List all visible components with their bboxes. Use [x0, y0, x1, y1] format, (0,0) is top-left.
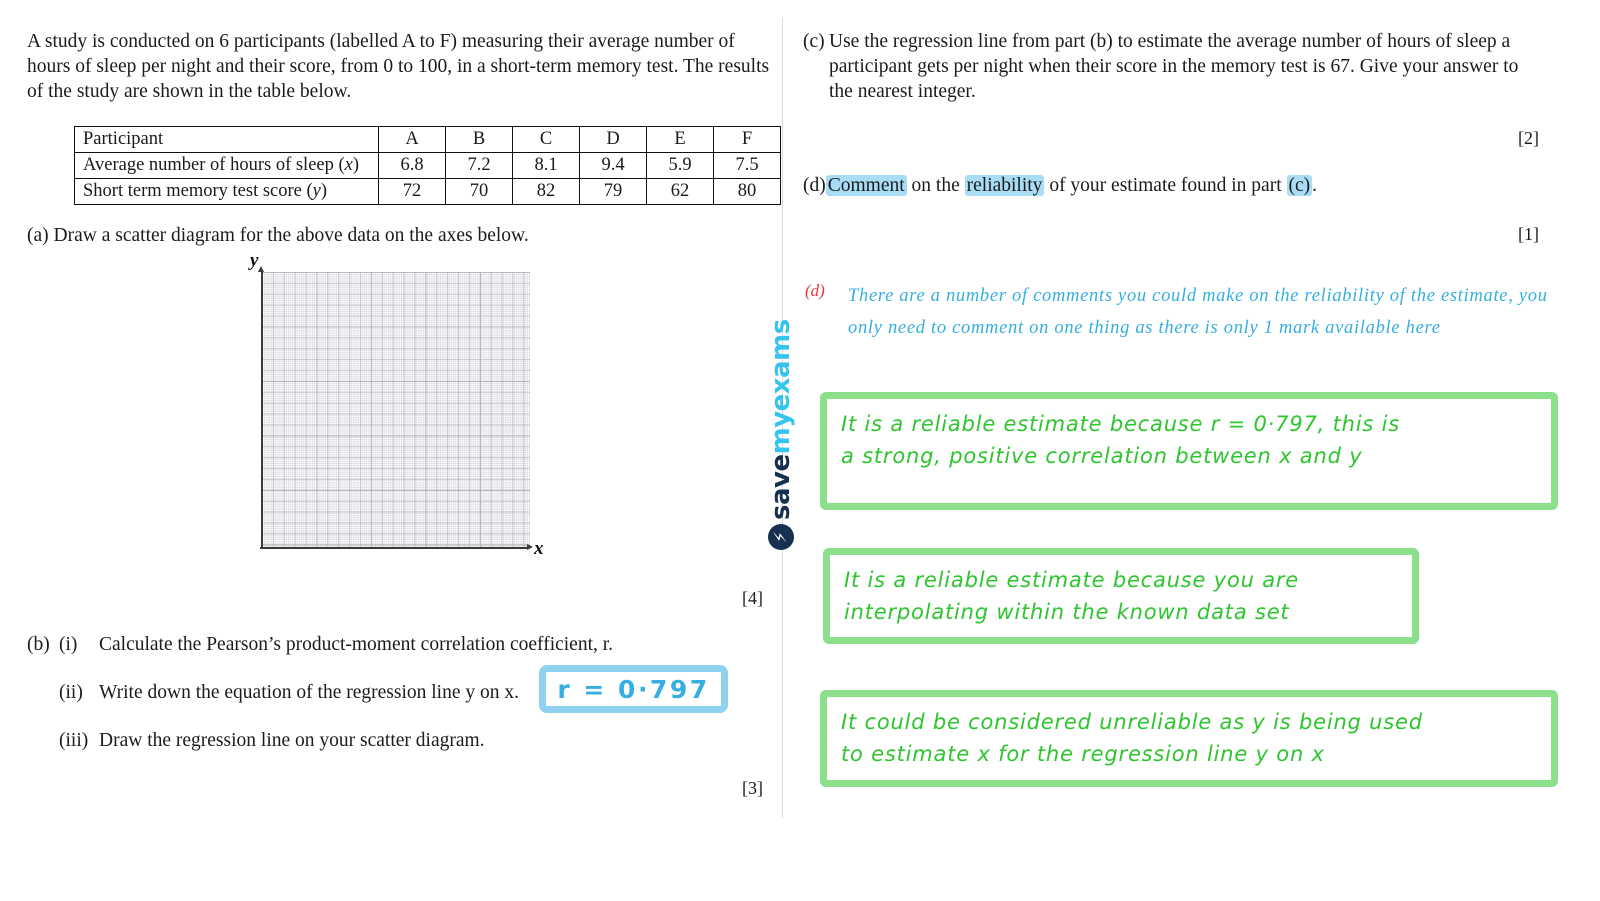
cell-score-2: 82 — [512, 178, 580, 205]
logo-word-save: save — [766, 454, 796, 520]
cell-sleep-3: 9.4 — [579, 152, 647, 179]
data-table: Participant A B C D E F Average number o… — [74, 126, 781, 205]
part-b-num-i: (i) — [59, 634, 78, 655]
graph-grid-fine — [262, 272, 530, 547]
cell-score-5: 80 — [713, 178, 781, 205]
cell-score-4: 62 — [646, 178, 714, 205]
part-c-text: Use the regression line from part (b) to… — [829, 31, 1519, 102]
row-header-score-paren: ) — [320, 181, 328, 201]
handwritten-note-d-label: (d) — [805, 281, 825, 300]
marks-part-c: [2] — [1518, 128, 1539, 148]
table-row-sleep: Average number of hours of sleep (x) 6.8… — [74, 152, 781, 179]
y-axis — [261, 270, 263, 549]
part-b-spacer-2 — [27, 728, 59, 753]
save-my-exams-logo: ⚡ save myexams — [761, 319, 801, 550]
bolt-glyph: ⚡ — [770, 531, 791, 543]
part-d-label: (d) — [803, 175, 826, 196]
row-header-sleep-paren: ) — [352, 155, 360, 175]
part-b-spacer-1 — [27, 680, 59, 705]
part-d-mid-1: on the — [906, 175, 965, 196]
row-header-score-var: y — [312, 181, 321, 201]
lightning-bolt-icon: ⚡ — [768, 524, 794, 550]
y-axis-label: y — [250, 250, 259, 271]
part-a-text: Draw a scatter diagram for the above dat… — [53, 225, 529, 246]
answer-box-1: It is a reliable estimate because r = 0·… — [820, 392, 1558, 510]
x-axis-arrow-icon — [527, 544, 533, 551]
x-axis — [260, 547, 528, 549]
part-a-label: (a) — [27, 225, 49, 246]
part-b-item-iii: (iii) Draw the regression line on your s… — [27, 728, 747, 753]
part-c-row: (c) Use the regression line from part (b… — [803, 29, 1543, 104]
part-b-text-i: Calculate the Pearson’s product-moment c… — [99, 634, 614, 655]
y-axis-arrow-icon — [258, 266, 265, 272]
answer-box-3-text: It could be considered unreliable as y i… — [841, 710, 1423, 766]
part-d-mid-2: of your estimate found in part — [1044, 175, 1287, 196]
logo-rotated-wrap: ⚡ save myexams — [761, 319, 801, 550]
part-b-num-iii: (iii) — [59, 730, 89, 751]
r-value-answer-box: r = 0·797 — [539, 665, 728, 713]
cell-sleep-1: 7.2 — [445, 152, 513, 179]
cell-participant-0: A — [378, 126, 446, 153]
graph-grid — [262, 272, 530, 547]
marks-part-a: [4] — [742, 588, 763, 608]
row-header-participant: Participant — [74, 126, 379, 153]
handwritten-note-d: (d) There are a number of comments you c… — [805, 281, 1565, 344]
answer-box-3: It could be considered unreliable as y i… — [820, 690, 1558, 787]
r-value-text: r = 0·797 — [557, 674, 710, 704]
answer-box-1-text: It is a reliable estimate because r = 0·… — [841, 412, 1400, 468]
row-header-sleep: Average number of hours of sleep (x) — [74, 152, 379, 179]
part-d: (d) Comment on the reliability of your es… — [803, 173, 1543, 198]
part-d-highlight-comment: Comment — [825, 175, 907, 196]
part-d-highlight-c: (c) — [1286, 175, 1313, 196]
part-c-label: (c) — [803, 31, 825, 52]
intro-paragraph: A study is conducted on 6 participants (… — [27, 31, 770, 102]
cell-sleep-4: 5.9 — [646, 152, 714, 179]
scatter-diagram-axes[interactable]: y x — [236, 250, 546, 562]
part-d-after: . — [1312, 175, 1318, 196]
part-b-item-i: (b) (i) Calculate the Pearson’s product-… — [27, 632, 747, 657]
row-header-score: Short term memory test score (y) — [74, 178, 379, 205]
part-b-num-ii: (ii) — [59, 682, 83, 703]
handwritten-note-d-text: There are a number of comments you could… — [848, 286, 1548, 338]
row-header-sleep-text: Average number of hours of sleep ( — [83, 155, 345, 175]
answer-box-2: It is a reliable estimate because you ar… — [823, 548, 1419, 644]
cell-participant-3: D — [579, 126, 647, 153]
cell-sleep-2: 8.1 — [512, 152, 580, 179]
table-row-participant: Participant A B C D E F — [74, 126, 781, 153]
cell-sleep-5: 7.5 — [713, 152, 781, 179]
answer-box-2-text: It is a reliable estimate because you ar… — [844, 568, 1300, 624]
row-header-sleep-var: x — [344, 155, 353, 175]
table-row-score: Short term memory test score (y) 72 70 8… — [74, 178, 781, 205]
part-c: (c) Use the regression line from part (b… — [803, 29, 1543, 104]
cell-participant-5: F — [713, 126, 781, 153]
cell-sleep-0: 6.8 — [378, 152, 446, 179]
part-b-label: (b) — [27, 634, 50, 655]
cell-participant-4: E — [646, 126, 714, 153]
cell-score-3: 79 — [579, 178, 647, 205]
logo-word-myexams: myexams — [766, 319, 796, 455]
marks-part-d: [1] — [1518, 224, 1539, 244]
row-header-score-text: Short term memory test score ( — [83, 181, 313, 201]
cell-participant-2: C — [512, 126, 580, 153]
cell-score-0: 72 — [378, 178, 446, 205]
marks-part-b: [3] — [742, 778, 763, 798]
cell-score-1: 70 — [445, 178, 513, 205]
exam-page: A study is conducted on 6 participants (… — [0, 0, 1600, 901]
part-b-text-iii: Draw the regression line on your scatter… — [99, 730, 485, 751]
part-d-highlight-reliability: reliability — [964, 175, 1045, 196]
x-axis-label: x — [534, 538, 544, 559]
part-a: (a) Draw a scatter diagram for the above… — [27, 223, 727, 248]
cell-participant-1: B — [445, 126, 513, 153]
